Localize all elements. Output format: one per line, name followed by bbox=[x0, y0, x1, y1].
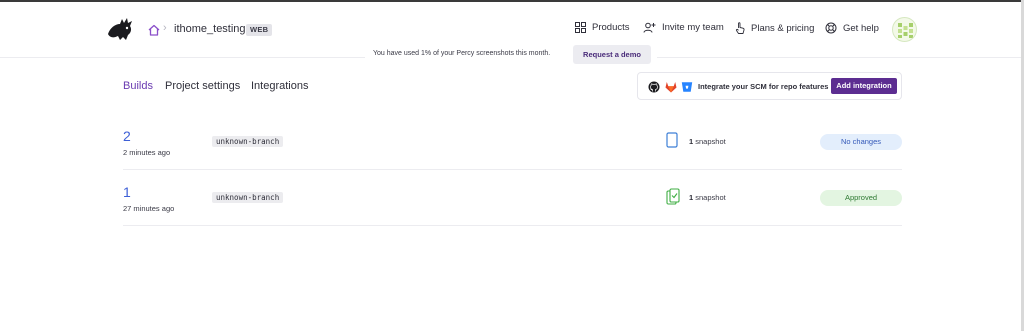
breadcrumb-separator: › bbox=[163, 22, 167, 34]
identicon-icon bbox=[898, 23, 913, 38]
bitbucket-icon bbox=[681, 82, 693, 92]
tab-builds[interactable]: Builds bbox=[123, 80, 153, 92]
home-icon[interactable] bbox=[147, 23, 161, 37]
nav-invite-label: Invite my team bbox=[662, 22, 724, 33]
user-avatar[interactable] bbox=[892, 17, 917, 42]
snapshot-count-value: 1 bbox=[689, 193, 694, 202]
add-integration-button[interactable]: Add integration bbox=[831, 78, 897, 94]
build-number-link[interactable]: 2 bbox=[123, 128, 131, 144]
usage-banner: You have used 1% of your Percy screensho… bbox=[365, 44, 657, 64]
snapshot-count-label: snapshot bbox=[695, 137, 726, 146]
nav-invite-team[interactable]: Invite my team bbox=[643, 22, 724, 33]
github-icon bbox=[648, 81, 660, 93]
snapshot-count: 1 snapshot bbox=[689, 193, 726, 202]
build-row[interactable]: 1 27 minutes ago unknown-branch 1 snapsh… bbox=[123, 170, 902, 226]
approved-snapshot-icon bbox=[666, 188, 680, 205]
usage-text: You have used 1% of your Percy screensho… bbox=[373, 50, 551, 57]
request-demo-button[interactable]: Request a demo bbox=[573, 45, 651, 64]
lifebuoy-icon bbox=[825, 22, 837, 34]
add-user-icon bbox=[643, 22, 656, 33]
scm-integration-banner: Integrate your SCM for repo features Add… bbox=[637, 72, 902, 100]
tab-integrations[interactable]: Integrations bbox=[251, 80, 308, 92]
nav-plans-label: Plans & pricing bbox=[751, 22, 815, 34]
nav-get-help[interactable]: Get help bbox=[825, 22, 879, 34]
single-snapshot-icon bbox=[666, 132, 678, 148]
nav-help-label: Get help bbox=[843, 22, 879, 34]
nav-products[interactable]: Products bbox=[575, 22, 630, 33]
snapshot-count: 1 snapshot bbox=[689, 137, 726, 146]
scm-integration-text: Integrate your SCM for repo features bbox=[698, 82, 829, 91]
gitlab-icon bbox=[665, 82, 677, 93]
branch-label: unknown-branch bbox=[212, 136, 284, 147]
build-time: 2 minutes ago bbox=[123, 148, 171, 157]
grid-icon bbox=[575, 22, 586, 33]
percy-logo-icon[interactable] bbox=[106, 16, 134, 42]
branch-label: unknown-branch bbox=[212, 192, 284, 203]
pointing-hand-icon bbox=[735, 22, 745, 34]
status-badge: Approved bbox=[820, 190, 902, 206]
project-name[interactable]: ithome_testing bbox=[174, 23, 246, 35]
status-badge: No changes bbox=[820, 134, 902, 150]
snapshot-count-value: 1 bbox=[689, 137, 694, 146]
project-type-badge: WEB bbox=[246, 24, 273, 36]
snapshot-count-label: snapshot bbox=[695, 193, 726, 202]
tab-project-settings[interactable]: Project settings bbox=[165, 80, 240, 92]
nav-plans-pricing[interactable]: Plans & pricing bbox=[735, 22, 814, 34]
build-time: 27 minutes ago bbox=[123, 204, 175, 213]
nav-products-label: Products bbox=[592, 22, 630, 33]
build-row[interactable]: 2 2 minutes ago unknown-branch 1 snapsho… bbox=[123, 114, 902, 170]
build-number-link[interactable]: 1 bbox=[123, 184, 131, 200]
